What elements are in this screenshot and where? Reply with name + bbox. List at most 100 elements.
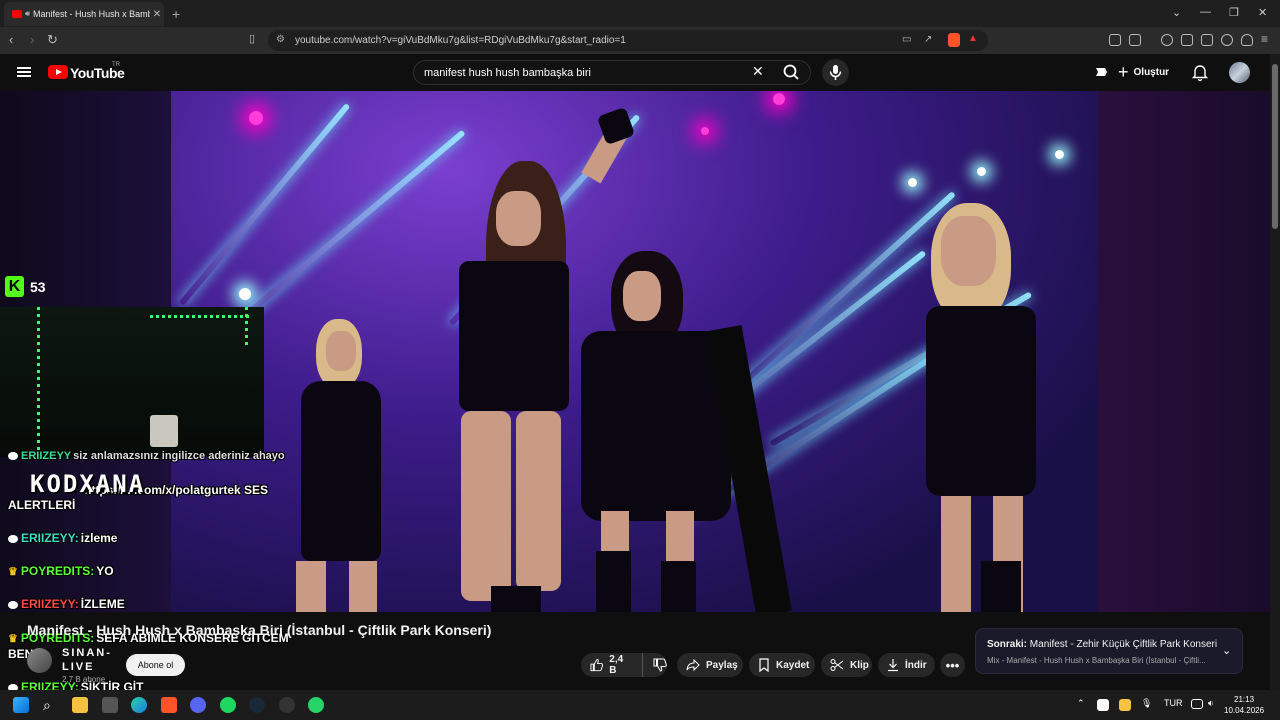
extensions-icon[interactable] <box>1109 34 1121 46</box>
network-icon[interactable] <box>1191 699 1203 709</box>
bookmark-icon[interactable]: ▯ <box>249 32 255 45</box>
pink-stage-light <box>773 93 785 105</box>
reader-mode-icon[interactable] <box>1129 34 1141 46</box>
tab-title: Manifest - Hush Hush x Bambı <box>33 9 150 19</box>
guide-menu-icon[interactable] <box>17 67 31 77</box>
install-app-icon[interactable]: ▭ <box>902 34 911 45</box>
ambient-right <box>1098 91 1270 612</box>
page-scrollbar[interactable] <box>1270 54 1280 690</box>
volume-icon[interactable]: 🔉︎ <box>1208 698 1214 709</box>
channel-name[interactable]: SINAN-LIVE <box>62 646 122 674</box>
search-icon <box>783 64 799 80</box>
up-next-card[interactable]: Sonraki: Manifest - Zehir Küçük Çiftlik … <box>975 628 1243 674</box>
start-menu-icon[interactable] <box>13 697 29 713</box>
youtube-header: YouTube TR manifest hush hush bambaşka b… <box>0 54 1280 91</box>
whatsapp-icon[interactable] <box>308 697 324 713</box>
viewer-count: 53 <box>30 279 46 295</box>
tray-overflow-chevron-icon[interactable]: ⌃ <box>1077 698 1085 709</box>
brave-shields-icon[interactable] <box>948 33 960 47</box>
audio-playing-icon[interactable]: 🔊︎ <box>25 9 30 19</box>
stage-light-beam <box>178 102 351 306</box>
plus-icon: + <box>1118 62 1129 82</box>
tab-search-chevron-icon[interactable]: ⌄ <box>1172 6 1181 19</box>
minimize-button[interactable]: — <box>1200 6 1211 18</box>
chat-message-continued: ALERTLERİ <box>8 498 76 512</box>
clip-button[interactable]: Klip <box>821 653 872 677</box>
like-button[interactable]: 2,4 B <box>581 653 643 677</box>
dislike-button[interactable] <box>643 658 667 672</box>
account-avatar[interactable] <box>1229 62 1250 83</box>
reload-button[interactable]: ↻ <box>47 32 58 48</box>
share-button[interactable]: Paylaş <box>677 653 743 677</box>
microphone-icon <box>829 65 842 80</box>
search-icon[interactable]: ⌕ <box>43 697 59 713</box>
download-icon <box>888 659 898 672</box>
share-label: Paylaş <box>706 659 738 671</box>
streamer-watermark: KODXANA <box>30 470 146 498</box>
browser-menu-icon[interactable]: ≡ <box>1261 32 1268 46</box>
youtube-logo-icon[interactable] <box>48 65 68 79</box>
save-label: Kaydet <box>776 659 810 671</box>
forward-button[interactable]: › <box>30 32 34 47</box>
tray-app-icon[interactable] <box>1119 699 1131 711</box>
stage-spotlight <box>239 288 251 300</box>
scrollbar-thumb[interactable] <box>1272 64 1278 229</box>
up-next-title: Sonraki: Manifest - Zehir Küçük Çiftlik … <box>987 639 1218 650</box>
media-controls-icon[interactable] <box>1161 34 1173 46</box>
voice-search-button[interactable] <box>822 59 849 86</box>
bookmark-icon <box>759 658 769 672</box>
edge-browser-icon[interactable] <box>131 697 147 713</box>
country-code: TR <box>112 62 120 68</box>
pink-stage-light <box>249 111 263 125</box>
discord-icon[interactable] <box>190 697 206 713</box>
back-button[interactable]: ‹ <box>9 32 13 47</box>
steam-icon[interactable] <box>249 697 265 713</box>
up-next-subtitle: Mix - Manifest - Hush Hush x Bambaşka Bi… <box>987 656 1205 665</box>
search-query: manifest hush hush bambaşka biri <box>424 67 591 79</box>
vpn-icon[interactable] <box>1241 34 1253 46</box>
download-button[interactable]: İndir <box>878 653 935 677</box>
input-language[interactable]: TUR <box>1164 698 1183 708</box>
site-info-icon[interactable]: ⚙ <box>276 34 285 45</box>
close-window-button[interactable]: ✕ <box>1258 6 1267 19</box>
url-text: youtube.com/watch?v=giVuBdMku7g&list=RDg… <box>295 35 626 46</box>
create-button[interactable]: + Oluştur <box>1118 60 1169 85</box>
clip-label: Klip <box>850 659 869 671</box>
chevron-down-icon[interactable]: ⌄ <box>1222 644 1231 657</box>
like-dislike-group: 2,4 B <box>581 653 667 677</box>
more-horizontal-icon: ••• <box>945 657 960 673</box>
sidebar-icon[interactable] <box>1181 34 1193 46</box>
clock-time: 21:13 <box>1234 695 1255 704</box>
pink-stage-light <box>701 127 709 135</box>
ai-sparkle-icon[interactable] <box>1093 65 1109 79</box>
close-tab-icon[interactable]: ✕ <box>150 9 164 20</box>
share-icon[interactable]: ↗ <box>924 34 932 45</box>
youtube-favicon-icon <box>12 10 22 18</box>
search-button[interactable] <box>776 60 806 85</box>
store-icon[interactable] <box>102 697 118 713</box>
browser-tab-strip: 🔊︎ Manifest - Hush Hush x Bambı ✕ + ⌄ — … <box>0 0 1280 27</box>
obs-icon[interactable] <box>279 697 295 713</box>
channel-avatar[interactable] <box>27 648 52 673</box>
spotify-icon[interactable] <box>220 697 236 713</box>
tray-microphone-icon[interactable]: 🎙︎ <box>1141 698 1152 709</box>
leo-ai-icon[interactable] <box>1221 34 1233 46</box>
clear-search-icon[interactable]: ✕ <box>752 63 764 80</box>
maximize-button[interactable]: ❐ <box>1229 6 1239 19</box>
wallet-icon[interactable] <box>1201 34 1213 46</box>
notifications-bell-icon[interactable] <box>1192 63 1208 81</box>
more-actions-button[interactable]: ••• <box>940 653 965 677</box>
chat-message: ERIIZEYY siz anlamazsınız ingilizce aderi… <box>8 450 285 462</box>
chat-message: ♛ POYREDITS: YO <box>8 564 114 578</box>
subscribe-button[interactable]: Abone ol <box>126 654 185 676</box>
like-count: 2,4 B <box>609 654 624 676</box>
brave-browser-icon[interactable] <box>161 697 177 713</box>
browser-tab-active[interactable]: 🔊︎ Manifest - Hush Hush x Bambı ✕ <box>4 2 164 26</box>
file-explorer-icon[interactable] <box>72 697 88 713</box>
save-button[interactable]: Kaydet <box>749 653 815 677</box>
brave-rewards-icon[interactable]: ▲ <box>968 33 978 44</box>
system-clock[interactable]: 21:13 10.04.2026 <box>1224 694 1264 716</box>
address-bar[interactable]: ⚙ youtube.com/watch?v=giVuBdMku7g&list=R… <box>268 30 988 51</box>
tray-kick-icon[interactable] <box>1097 699 1109 711</box>
new-tab-button[interactable]: + <box>172 6 180 22</box>
